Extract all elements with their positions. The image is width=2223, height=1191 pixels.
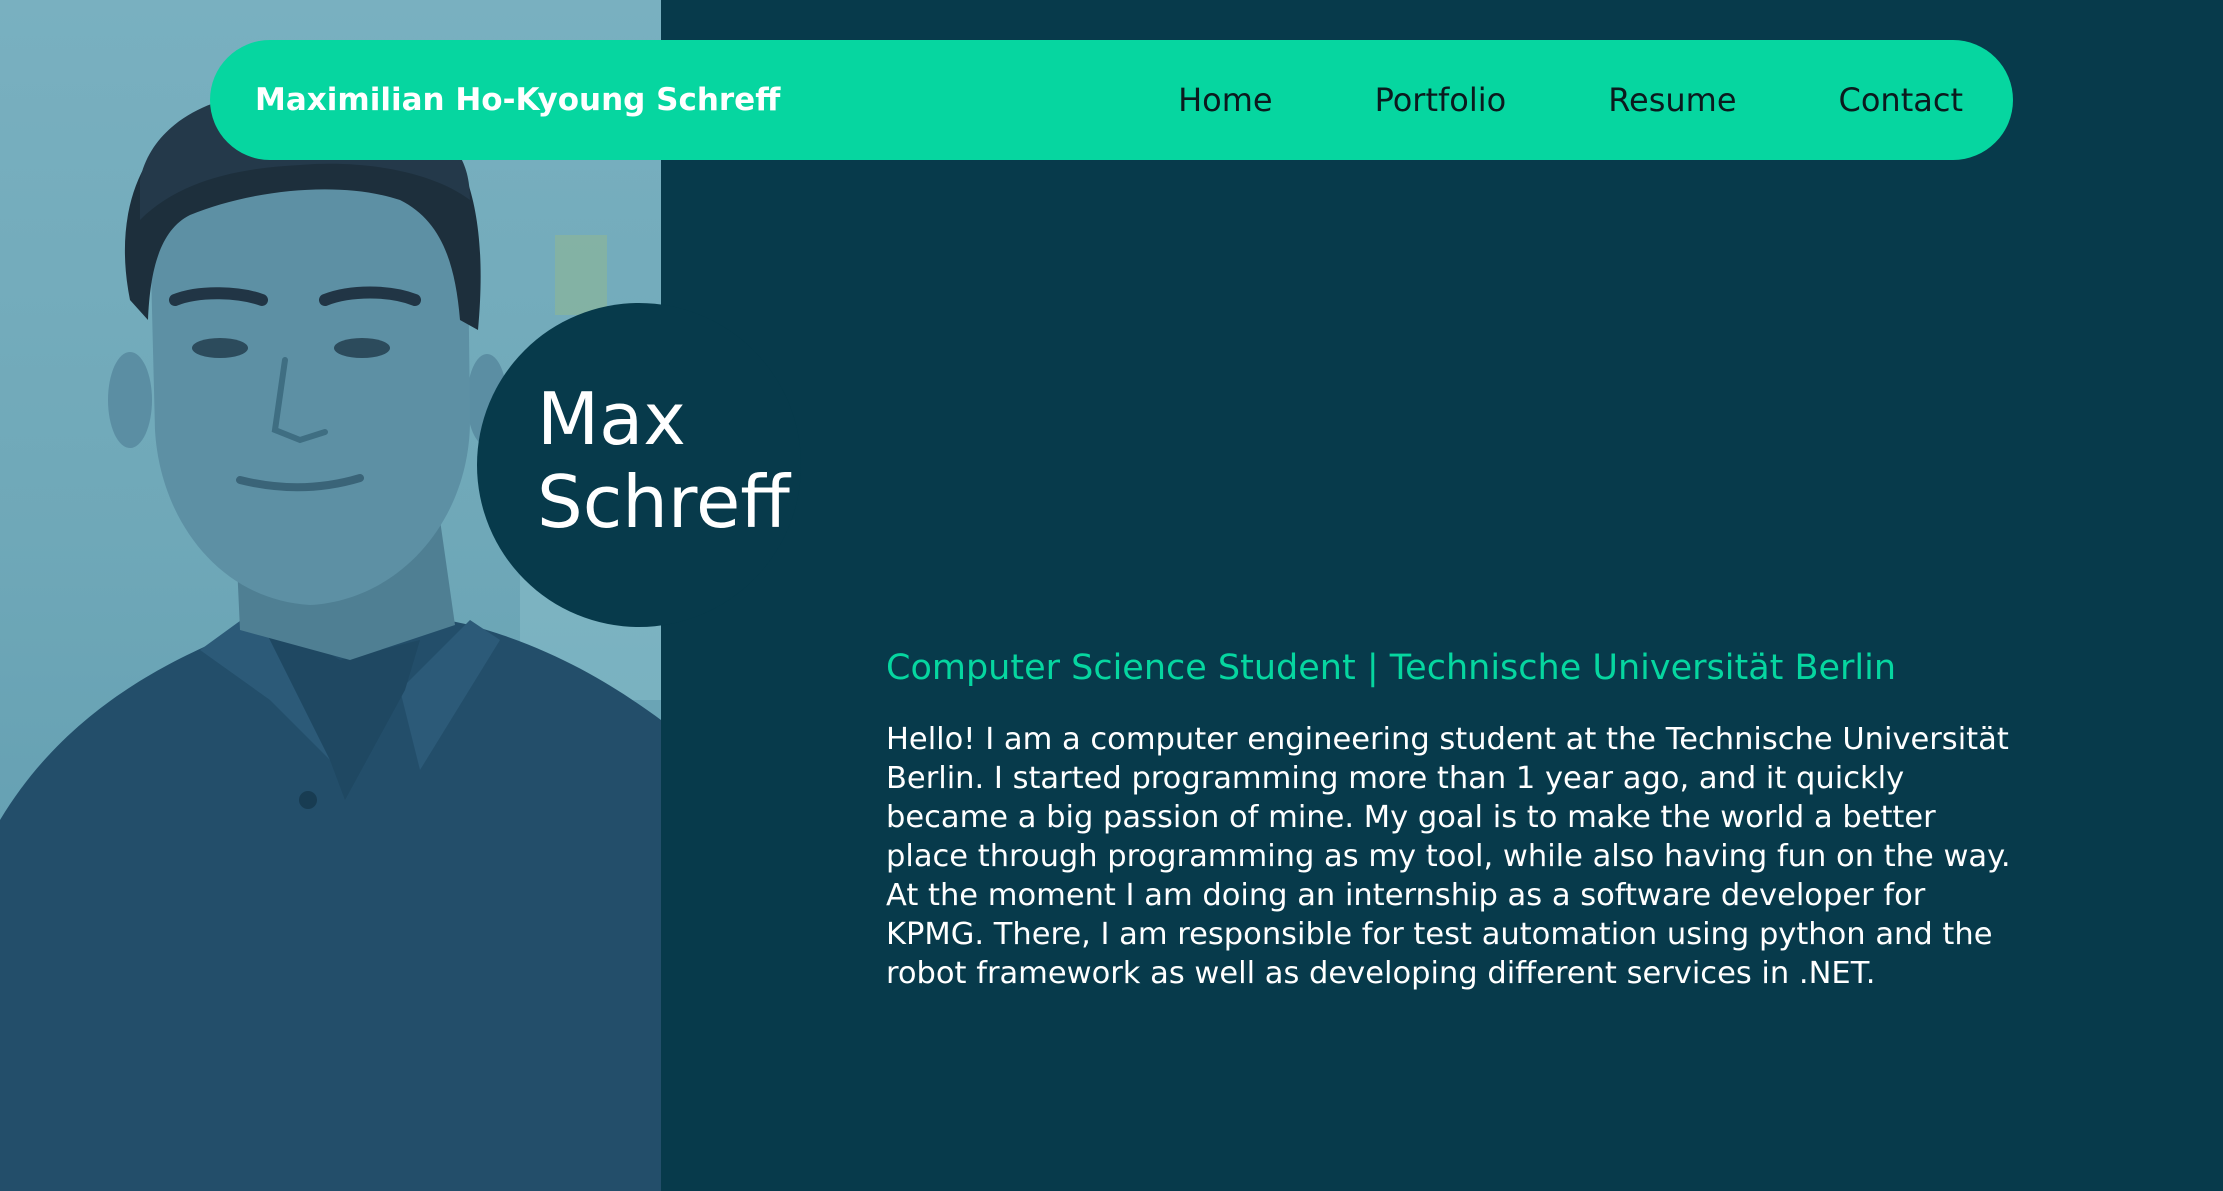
nav-link-resume[interactable]: Resume	[1608, 81, 1736, 119]
about-paragraph-2: At the moment I am doing an internship a…	[886, 878, 1993, 991]
about-subtitle: Computer Science Student | Technische Un…	[886, 648, 1897, 688]
top-navbar: Maximilian Ho-Kyoung Schreff Home Portfo…	[210, 40, 2013, 160]
nav-links: Home Portfolio Resume Contact	[1178, 40, 1963, 160]
nav-link-home[interactable]: Home	[1178, 81, 1273, 119]
hero-last-name: Schreff	[537, 460, 790, 544]
about-paragraph-1: Hello! I am a computer engineering stude…	[886, 722, 2011, 874]
nav-link-portfolio[interactable]: Portfolio	[1375, 81, 1507, 119]
about-section: Computer Science Student | Technische Un…	[886, 648, 2016, 993]
brand-name-link[interactable]: Maximilian Ho-Kyoung Schreff	[255, 40, 780, 160]
hero-first-name: Max	[537, 377, 686, 461]
nav-link-contact[interactable]: Contact	[1839, 81, 1964, 119]
hero-name: Max Schreff	[537, 378, 790, 544]
